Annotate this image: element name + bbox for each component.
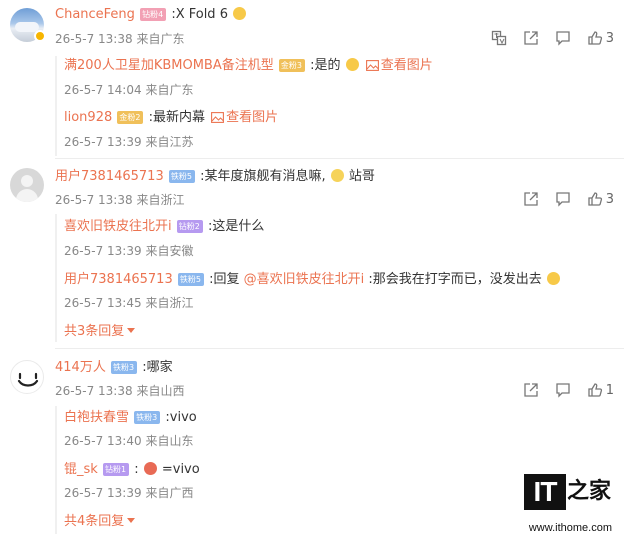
reply-location: 来自山东 — [145, 434, 194, 448]
comment-text-after: 站哥 — [348, 169, 375, 184]
comment-location: 来自山西 — [136, 384, 185, 398]
comment-text: :某年度旗舰有消息嘛, — [200, 169, 326, 184]
caret-down-icon — [127, 518, 136, 523]
comment-icon[interactable] — [555, 30, 571, 46]
reply-text-after: =vivo — [161, 462, 200, 477]
like-count: 3 — [605, 191, 614, 207]
reply-time: 26-5-7 14:04 — [64, 83, 142, 97]
comment-username[interactable]: ChanceFeng — [55, 7, 135, 22]
emoji-icon — [233, 7, 247, 20]
reply-text-after: :那会我在打字而已，没发出去 — [368, 272, 542, 287]
fan-badge: 铁粉5 — [177, 273, 204, 286]
emoji-icon — [345, 58, 359, 71]
ithome-watermark: IT 之家 www.ithome.com — [518, 474, 614, 534]
verified-badge-icon — [34, 30, 46, 42]
caret-down-icon — [127, 328, 136, 333]
comment-text: :哪家 — [142, 360, 173, 375]
divider — [55, 158, 624, 159]
reply-location: 来自江苏 — [145, 135, 194, 149]
fan-badge: 铁粉5 — [168, 170, 195, 183]
view-image-link[interactable]: 查看图片 — [364, 58, 433, 73]
emoji-icon — [143, 462, 157, 475]
comment-username[interactable]: 414万人 — [55, 360, 106, 375]
reply-username[interactable]: 满200人卫星加KBMOMBA备注机型 — [64, 58, 274, 73]
reply-username[interactable]: 锟_sk — [64, 462, 98, 477]
fan-badge: 铁粉3 — [110, 361, 138, 374]
ithome-logo: IT 之家 — [524, 474, 612, 510]
fan-badge: 金粉2 — [117, 111, 144, 124]
comment-time: 26-5-7 13:38 — [55, 193, 133, 207]
reply-time: 26-5-7 13:39 — [64, 135, 142, 149]
reply-text: :vivo — [165, 410, 197, 425]
image-icon — [211, 112, 225, 123]
comment-time: 26-5-7 13:38 — [55, 384, 133, 398]
comment-item: ChanceFeng 钻粉4 :X Fold 6 26-5-7 13:38 来自… — [0, 0, 624, 160]
translate-icon[interactable] — [491, 30, 507, 46]
reply-text: :最新内幕 — [148, 110, 205, 125]
fan-badge: 金粉3 — [278, 59, 305, 72]
reply-location: 来自广西 — [145, 486, 194, 500]
share-icon[interactable] — [523, 30, 539, 46]
watermark-logo-it: IT — [524, 474, 566, 510]
like-count: 3 — [605, 30, 614, 46]
reply-text: :是的 — [310, 58, 341, 73]
like-icon — [588, 383, 602, 397]
like-icon — [588, 31, 602, 45]
more-replies-link[interactable]: 共3条回复 — [64, 323, 136, 341]
reply-location: 来自广东 — [145, 83, 194, 97]
comment-icon[interactable] — [555, 382, 571, 398]
comment-item: 用户7381465713 铁粉5 :某年度旗舰有消息嘛, 站哥 26-5-7 1… — [0, 160, 624, 350]
reply-location: 来自安徽 — [145, 244, 194, 258]
avatar[interactable] — [10, 168, 44, 202]
comment-text: :X Fold 6 — [171, 7, 228, 22]
view-image-link[interactable]: 查看图片 — [209, 110, 278, 125]
share-icon[interactable] — [523, 382, 539, 398]
like-count: 1 — [605, 382, 614, 398]
fan-badge: 钻粉4 — [140, 8, 167, 21]
more-replies-link[interactable]: 共4条回复 — [64, 513, 136, 531]
fan-badge: 钻粉1 — [102, 463, 130, 476]
comment-time: 26-5-7 13:38 — [55, 32, 133, 46]
comment-icon[interactable] — [555, 191, 571, 207]
fan-badge: 钻粉2 — [176, 220, 203, 233]
reply-time: 26-5-7 13:39 — [64, 486, 142, 500]
reply-username[interactable]: lion928 — [64, 110, 112, 125]
reply-text: :这是什么 — [208, 219, 265, 234]
comment-actions: 1 — [507, 382, 614, 398]
reply-username[interactable]: 白袍扶春雪 — [64, 410, 129, 425]
reply-time: 26-5-7 13:45 — [64, 296, 142, 310]
avatar[interactable] — [10, 360, 44, 394]
comment-actions: 3 — [475, 30, 614, 46]
comment-actions: 3 — [507, 191, 614, 207]
share-icon[interactable] — [523, 191, 539, 207]
comment-location: 来自广东 — [136, 32, 185, 46]
reply-username[interactable]: 喜欢旧铁皮往北开i — [64, 219, 172, 234]
emoji-icon — [330, 169, 344, 182]
reply-location: 来自浙江 — [145, 296, 194, 310]
like-button[interactable]: 3 — [587, 30, 614, 46]
like-button[interactable]: 1 — [587, 382, 614, 398]
mention-link[interactable]: @喜欢旧铁皮往北开i — [244, 272, 365, 287]
like-icon — [588, 192, 602, 206]
reply-time: 26-5-7 13:39 — [64, 244, 142, 258]
fan-badge: 铁粉3 — [134, 411, 161, 424]
like-button[interactable]: 3 — [587, 191, 614, 207]
emoji-icon — [546, 272, 560, 285]
reply-time: 26-5-7 13:40 — [64, 434, 142, 448]
reply-text: :回复 — [209, 272, 240, 287]
watermark-url: www.ithome.com — [528, 522, 612, 534]
reply-username[interactable]: 用户7381465713 — [64, 272, 173, 287]
divider — [55, 348, 624, 349]
comment-location: 来自浙江 — [136, 193, 185, 207]
comment-username[interactable]: 用户7381465713 — [55, 169, 164, 184]
watermark-logo-zh: 之家 — [566, 479, 611, 504]
image-icon — [365, 60, 379, 71]
reply-text: : — [134, 462, 139, 477]
